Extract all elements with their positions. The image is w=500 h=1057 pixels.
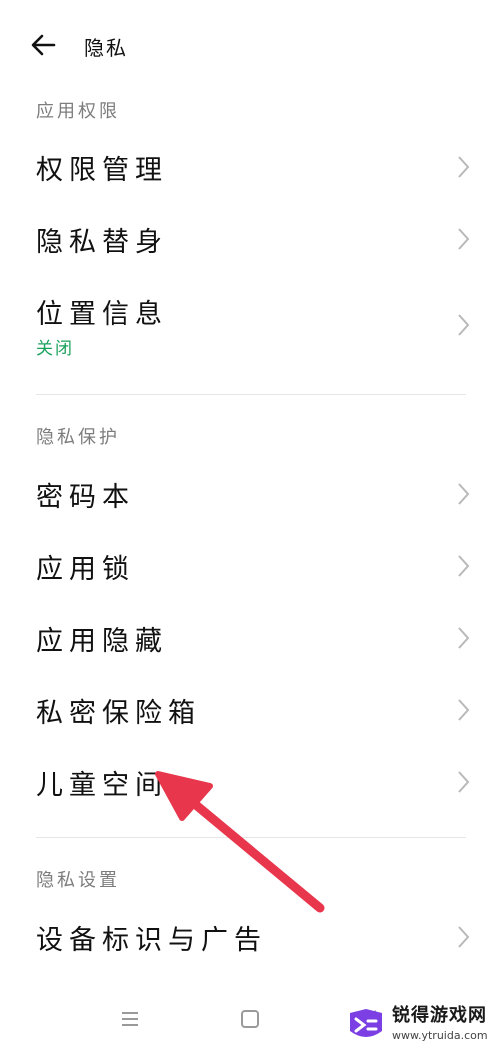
menu-item-location-info[interactable]: 位置信息 关闭 <box>0 276 500 372</box>
watermark-url: www.ytruida.com <box>392 1029 488 1042</box>
section-header-app-permissions: 应用权限 <box>36 101 120 122</box>
chevron-right-icon <box>458 228 470 250</box>
watermark-site-name: 锐得游戏网 <box>392 1005 487 1026</box>
menu-item-label: 应用锁 <box>36 554 135 585</box>
chevron-right-icon <box>458 627 470 649</box>
chevron-right-icon <box>458 771 470 793</box>
home-square-icon[interactable] <box>230 999 270 1039</box>
app-header: 隐私 <box>0 0 500 90</box>
section-divider <box>36 837 466 838</box>
menu-icon[interactable] <box>110 999 150 1039</box>
menu-item-app-hide[interactable]: 应用隐藏 <box>0 603 500 673</box>
chevron-right-icon <box>458 156 470 178</box>
chevron-right-icon <box>458 699 470 721</box>
menu-item-label: 位置信息 <box>36 299 168 330</box>
menu-item-private-safe[interactable]: 私密保险箱 <box>0 675 500 745</box>
menu-item-label: 权限管理 <box>36 155 168 186</box>
back-arrow-icon[interactable] <box>28 30 58 60</box>
section-divider <box>36 394 466 395</box>
section-header-privacy-settings: 隐私设置 <box>36 870 120 891</box>
menu-item-label: 隐私替身 <box>36 227 168 258</box>
menu-item-password-book[interactable]: 密码本 <box>0 459 500 529</box>
chevron-right-icon <box>458 555 470 577</box>
location-status-text: 关闭 <box>36 339 74 359</box>
site-watermark: 锐得游戏网 www.ytruida.com <box>344 999 494 1051</box>
menu-item-label: 设备标识与广告 <box>36 925 267 956</box>
menu-item-label: 私密保险箱 <box>36 698 201 729</box>
menu-item-app-lock[interactable]: 应用锁 <box>0 531 500 601</box>
section-header-privacy-protection: 隐私保护 <box>36 427 120 448</box>
menu-item-label: 儿童空间 <box>36 770 168 801</box>
chevron-right-icon <box>458 314 470 336</box>
page-title: 隐私 <box>84 36 128 60</box>
menu-item-kids-space[interactable]: 儿童空间 <box>0 747 500 817</box>
chevron-right-icon <box>458 926 470 948</box>
menu-item-label: 密码本 <box>36 482 135 513</box>
menu-item-device-id-ads[interactable]: 设备标识与广告 <box>0 902 500 972</box>
watermark-logo-icon <box>350 1009 382 1037</box>
chevron-right-icon <box>458 483 470 505</box>
menu-item-privacy-substitute[interactable]: 隐私替身 <box>0 204 500 274</box>
menu-item-permission-management[interactable]: 权限管理 <box>0 132 500 202</box>
menu-item-label: 应用隐藏 <box>36 626 168 657</box>
